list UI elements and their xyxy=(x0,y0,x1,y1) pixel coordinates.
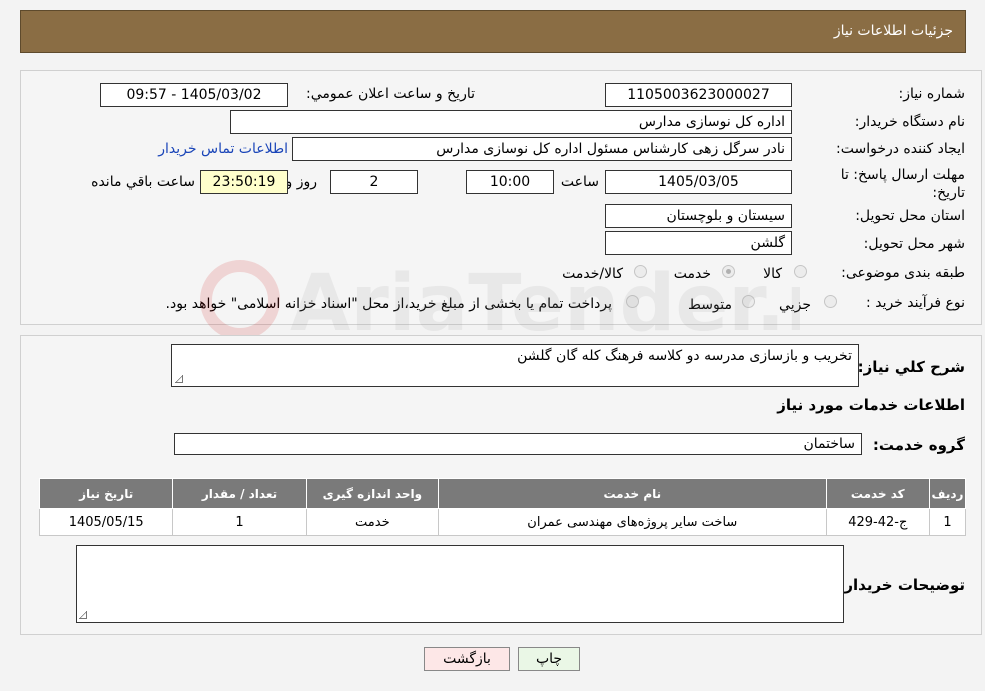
cell-unit: خدمت xyxy=(305,508,439,536)
process-radio-treasury[interactable] xyxy=(626,295,639,308)
service-group-label: گروه خدمت: xyxy=(872,436,965,454)
buyer-org-label: نام دستگاه خريدار: xyxy=(854,114,965,130)
category-option-goods-service: کالا/خدمت xyxy=(562,266,623,282)
cell-quantity: 1 xyxy=(172,508,307,536)
category-option-service: خدمت xyxy=(673,266,711,282)
requester-label: ايجاد کننده درخواست: xyxy=(836,141,965,157)
summary-resize-handle[interactable] xyxy=(175,375,183,383)
deadline-label-line2: تاريخ: xyxy=(932,185,965,201)
cell-service-name: ساخت ساير پروژه‌های مهندسی عمران xyxy=(437,508,827,536)
category-radio-goods-service[interactable] xyxy=(634,265,647,278)
category-option-goods: کالا xyxy=(763,266,782,282)
category-radio-goods[interactable] xyxy=(794,265,807,278)
table-row: 1 ج-42-429 ساخت ساير پروژه‌های مهندسی عم… xyxy=(38,508,967,536)
days-remaining-field: 2 xyxy=(330,170,418,194)
requester-field: نادر سرگل زهی کارشناس مسئول اداره کل نوس… xyxy=(292,137,792,161)
col-unit: واحد اندازه گيری xyxy=(305,478,439,509)
buyer-notes-resize-handle[interactable] xyxy=(79,611,87,619)
cell-need-date: 1405/05/15 xyxy=(38,508,174,536)
table-header-row: رديف کد خدمت نام خدمت واحد اندازه گيری ت… xyxy=(38,478,967,509)
deadline-label: مهلت ارسال پاسخ: تا تاريخ: xyxy=(841,166,965,202)
deadline-time-field: 10:00 xyxy=(466,170,554,194)
service-group-field: ساختمان xyxy=(174,433,862,455)
cell-row: 1 xyxy=(928,508,967,536)
announce-datetime-field: 1405/03/02 - 09:57 xyxy=(100,83,288,107)
category-label: طبقه بندی موضوعی: xyxy=(841,265,965,281)
process-radio-minor[interactable] xyxy=(824,295,837,308)
services-table: رديف کد خدمت نام خدمت واحد اندازه گيری ت… xyxy=(38,478,967,536)
print-button[interactable]: چاپ xyxy=(518,647,580,671)
col-service-name: نام خدمت xyxy=(437,478,827,509)
deadline-label-line1: مهلت ارسال پاسخ: تا xyxy=(840,167,965,183)
services-section-title: اطلاعات خدمات مورد نياز xyxy=(777,396,965,414)
remaining-time-label: ساعت باقي مانده xyxy=(91,174,195,190)
city-label: شهر محل تحويل: xyxy=(863,236,965,252)
summary-label: شرح کلي نياز: xyxy=(857,358,965,376)
need-info-panel xyxy=(20,70,982,325)
announce-label: تاريخ و ساعت اعلان عمومي: xyxy=(306,86,475,102)
deadline-date-field: 1405/03/05 xyxy=(605,170,792,194)
deadline-time-label: ساعت xyxy=(560,174,599,190)
buyer-contact-link[interactable]: اطلاعات تماس خريدار xyxy=(158,141,288,157)
process-option-minor: جزيي xyxy=(779,297,811,313)
buyer-notes-field[interactable] xyxy=(76,545,844,623)
remaining-time-field: 23:50:19 xyxy=(200,170,288,194)
category-radio-service[interactable] xyxy=(722,265,735,278)
process-label: نوع فرآيند خريد : xyxy=(866,295,965,311)
days-label: روز و xyxy=(285,174,318,190)
cell-service-code: ج-42-429 xyxy=(825,508,930,536)
col-need-date: تاريخ نياز xyxy=(38,478,174,509)
buyer-notes-label: توضيحات خريدار: xyxy=(838,576,965,594)
city-field: گلشن xyxy=(605,231,792,255)
summary-field[interactable]: تخریب و بازسازی مدرسه دو کلاسه فرهنگ کله… xyxy=(171,344,859,387)
need-number-field: 1105003623000027 xyxy=(605,83,792,107)
col-service-code: کد خدمت xyxy=(825,478,930,509)
process-note: پرداخت تمام يا بخشی از مبلغ خريد،از محل … xyxy=(165,296,612,312)
process-option-medium: متوسط xyxy=(688,297,732,313)
col-quantity: تعداد / مقدار xyxy=(172,478,307,509)
buyer-org-field: اداره کل نوسازی مدارس xyxy=(230,110,792,134)
col-row: رديف xyxy=(928,478,967,509)
back-button[interactable]: بازگشت xyxy=(424,647,510,671)
process-radio-medium[interactable] xyxy=(742,295,755,308)
page-title-bar: جزئیات اطلاعات نیاز xyxy=(20,10,966,53)
need-number-label: شماره نیاز: xyxy=(898,86,966,102)
province-label: استان محل تحويل: xyxy=(855,208,965,224)
page-title: جزئیات اطلاعات نیاز xyxy=(833,23,953,39)
province-field: سيستان و بلوچستان xyxy=(605,204,792,228)
